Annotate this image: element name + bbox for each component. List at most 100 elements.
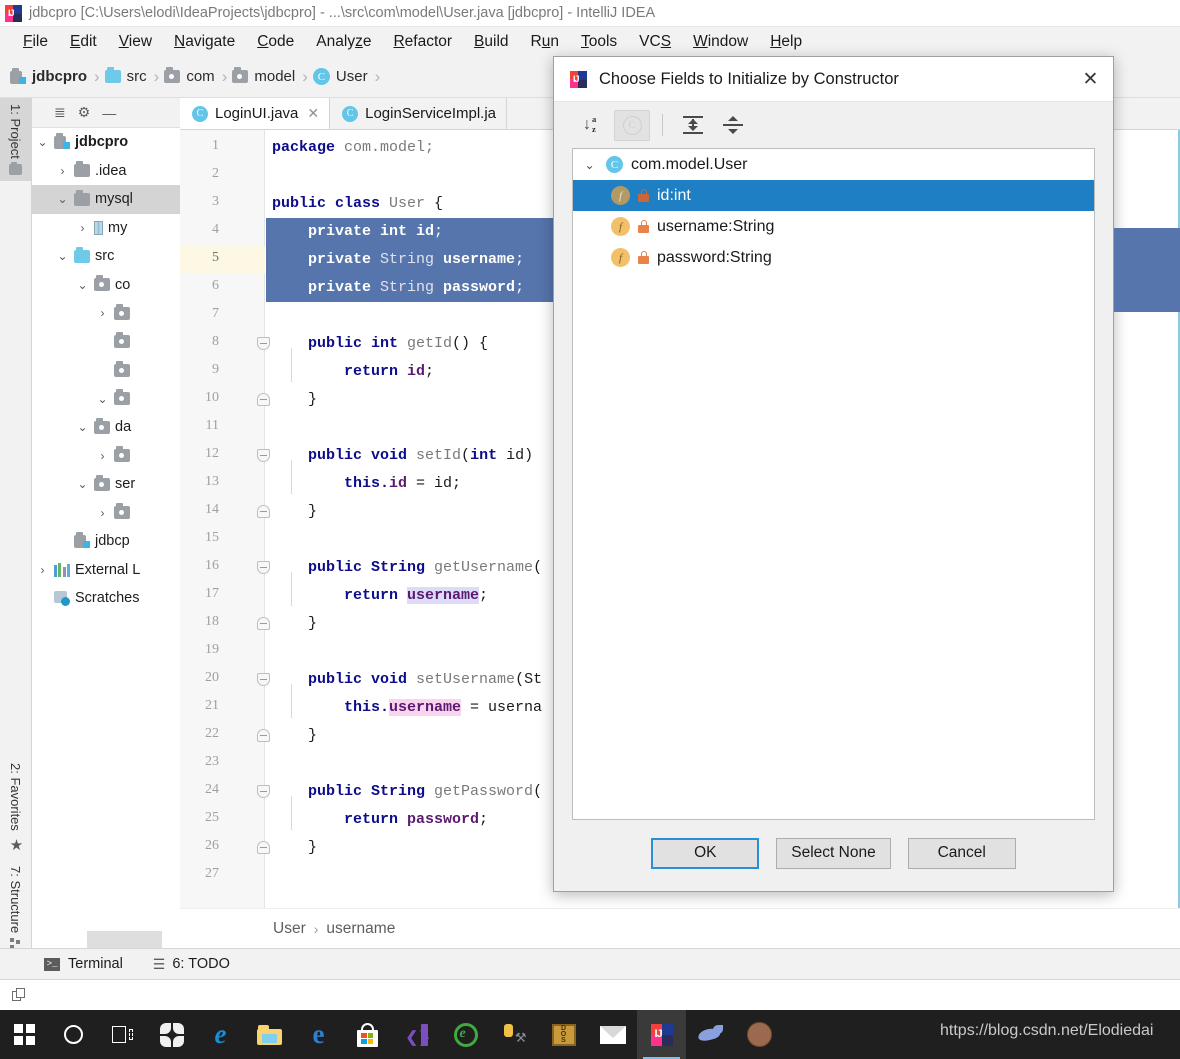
chevron-right-icon[interactable]: › [56, 164, 69, 178]
sidebar-item-project[interactable]: 1: Project [0, 98, 31, 181]
menu-window[interactable]: Window [682, 33, 759, 51]
code-line[interactable] [266, 862, 272, 890]
chevron-down-icon[interactable]: ⌄ [56, 249, 69, 263]
green-browser[interactable]: e [441, 1010, 490, 1059]
code-line[interactable]: } [266, 722, 317, 750]
code-line[interactable]: return password; [266, 806, 488, 834]
code-line[interactable]: package com.model; [266, 134, 434, 162]
chevron-down-icon[interactable]: ⌄ [76, 278, 89, 292]
tree-node[interactable]: › External L [32, 556, 180, 585]
sidebar-item-structure[interactable]: 7: Structure [0, 860, 31, 956]
breadcrumb-class[interactable]: User [273, 920, 306, 938]
code-line[interactable]: } [266, 610, 317, 638]
chevron-down-icon[interactable]: ⌄ [56, 192, 69, 206]
microsoft-edge[interactable]: e [294, 1010, 343, 1059]
code-line[interactable]: this.username = userna [266, 694, 542, 722]
status-item-todo[interactable]: ☰ 6: TODO [153, 956, 230, 973]
code-line[interactable]: } [266, 834, 317, 862]
tree-node[interactable]: ⌄ jdbcpro [32, 128, 180, 157]
tab-close-icon[interactable]: ✕ [307, 105, 319, 122]
breadcrumb-item-jdbcpro[interactable]: jdbcpro [10, 67, 87, 85]
start-button[interactable] [0, 1010, 49, 1059]
tree-node[interactable]: › [32, 442, 180, 471]
field-row[interactable]: f password:String [573, 242, 1094, 273]
stacked-windows-icon[interactable] [12, 987, 27, 1003]
chevron-down-icon[interactable]: ⌄ [96, 392, 109, 406]
task-view[interactable] [98, 1010, 147, 1059]
code-line[interactable] [266, 638, 272, 666]
file-explorer[interactable] [245, 1010, 294, 1059]
chevron-right-icon[interactable]: › [76, 221, 89, 235]
tab-LoginUI-java[interactable]: C LoginUI.java ✕ [180, 98, 331, 129]
field-row[interactable]: f id:int [573, 180, 1094, 211]
menu-vcs[interactable]: VCS [628, 33, 682, 51]
sidebar-item-favorites[interactable]: 2: Favorites ★ [0, 757, 31, 860]
tree-node[interactable]: › .idea [32, 157, 180, 186]
menu-tools[interactable]: Tools [570, 33, 628, 51]
c-toggle-icon[interactable]: C [614, 109, 650, 141]
tree-node[interactable]: ⌄ src [32, 242, 180, 271]
tree-node[interactable]: ⌄ co [32, 271, 180, 300]
chevron-down-icon[interactable]: ⌄ [36, 135, 49, 149]
chevron-right-icon[interactable]: › [36, 563, 49, 577]
tree-node[interactable]: jdbcp [32, 527, 180, 556]
intellij-idea-taskbar[interactable]: IJ [637, 1010, 686, 1059]
menu-file[interactable]: File [12, 33, 59, 51]
breadcrumb-member[interactable]: username [326, 920, 395, 938]
breadcrumb-item-User[interactable]: C User [312, 68, 368, 85]
menu-analyze[interactable]: Analyze [305, 33, 382, 51]
chevron-down-icon[interactable]: ⌄ [581, 158, 598, 172]
hide-icon[interactable]: — [102, 105, 116, 121]
fields-list[interactable]: ⌄ Ccom.model.User f id:int f username:String f… [572, 148, 1095, 820]
field-row[interactable]: f username:String [573, 211, 1094, 242]
status-item-terminal[interactable]: >_ Terminal [44, 956, 123, 972]
tree-node[interactable]: › my [32, 214, 180, 243]
tab-LoginServiceImpl-ja[interactable]: C LoginServiceImpl.ja [330, 98, 508, 129]
breadcrumb-item-model[interactable]: model [232, 67, 295, 85]
menu-edit[interactable]: Edit [59, 33, 108, 51]
menu-refactor[interactable]: Refactor [382, 33, 463, 51]
internet-explorer[interactable]: e [196, 1010, 245, 1059]
ok-button[interactable]: OK [651, 837, 760, 869]
tree-node[interactable]: ⌄ da [32, 413, 180, 442]
visual-studio-code[interactable]: ❮❯ [392, 1010, 441, 1059]
pinwheel-app[interactable] [147, 1010, 196, 1059]
user-avatar[interactable] [735, 1010, 784, 1059]
code-line[interactable]: public String getPassword( [266, 778, 542, 806]
tree-node[interactable] [32, 356, 180, 385]
tree-node[interactable]: ⌄ ser [32, 470, 180, 499]
class-node[interactable]: ⌄ Ccom.model.User [573, 149, 1094, 180]
tree-node[interactable] [32, 328, 180, 357]
chevron-right-icon[interactable]: › [96, 506, 109, 520]
chevron-down-icon[interactable]: ⌄ [76, 477, 89, 491]
code-line[interactable]: public void setUsername(St [266, 666, 542, 694]
editor-gutter[interactable]: 1 2 3 4 5 6 7 8 9 10 11 12 13 14 15 16 17 18 19 20 21 22 23 24 2… [180, 130, 270, 908]
code-line[interactable]: return username; [266, 582, 488, 610]
tree-node[interactable]: ⌄ [32, 385, 180, 414]
tree-node[interactable]: › [32, 499, 180, 528]
cortana-search[interactable] [49, 1010, 98, 1059]
menu-build[interactable]: Build [463, 33, 519, 51]
editor-breadcrumb[interactable]: User › username [180, 908, 1180, 948]
select-none-button[interactable]: Select None [776, 837, 891, 869]
close-icon[interactable]: ✕ [1068, 57, 1113, 101]
db-tools[interactable]: ⚒ [490, 1010, 539, 1059]
menu-run[interactable]: Run [520, 33, 570, 51]
code-line[interactable]: public String getUsername( [266, 554, 542, 582]
code-line[interactable]: public void setId(int id) [266, 442, 533, 470]
code-line[interactable] [266, 162, 272, 190]
chevron-down-icon[interactable]: ⌄ [76, 420, 89, 434]
collapse-all-icon[interactable] [715, 110, 751, 141]
chevron-right-icon[interactable]: › [96, 306, 109, 320]
chevron-right-icon[interactable]: › [96, 449, 109, 463]
expand-all-icon[interactable] [675, 110, 711, 141]
menu-code[interactable]: Code [246, 33, 305, 51]
tree-node[interactable]: Scratches [32, 584, 180, 613]
project-tree[interactable]: ⌄ jdbcpro › .idea ⌄ mysql › my ⌄ src ⌄ co › ⌄ ⌄ da › ⌄ ser… [32, 128, 180, 908]
mail-app[interactable] [588, 1010, 637, 1059]
code-line[interactable] [266, 414, 272, 442]
code-line[interactable]: } [266, 386, 317, 414]
tree-node[interactable]: › [32, 299, 180, 328]
code-line[interactable]: this.id = id; [266, 470, 461, 498]
microsoft-store[interactable] [343, 1010, 392, 1059]
